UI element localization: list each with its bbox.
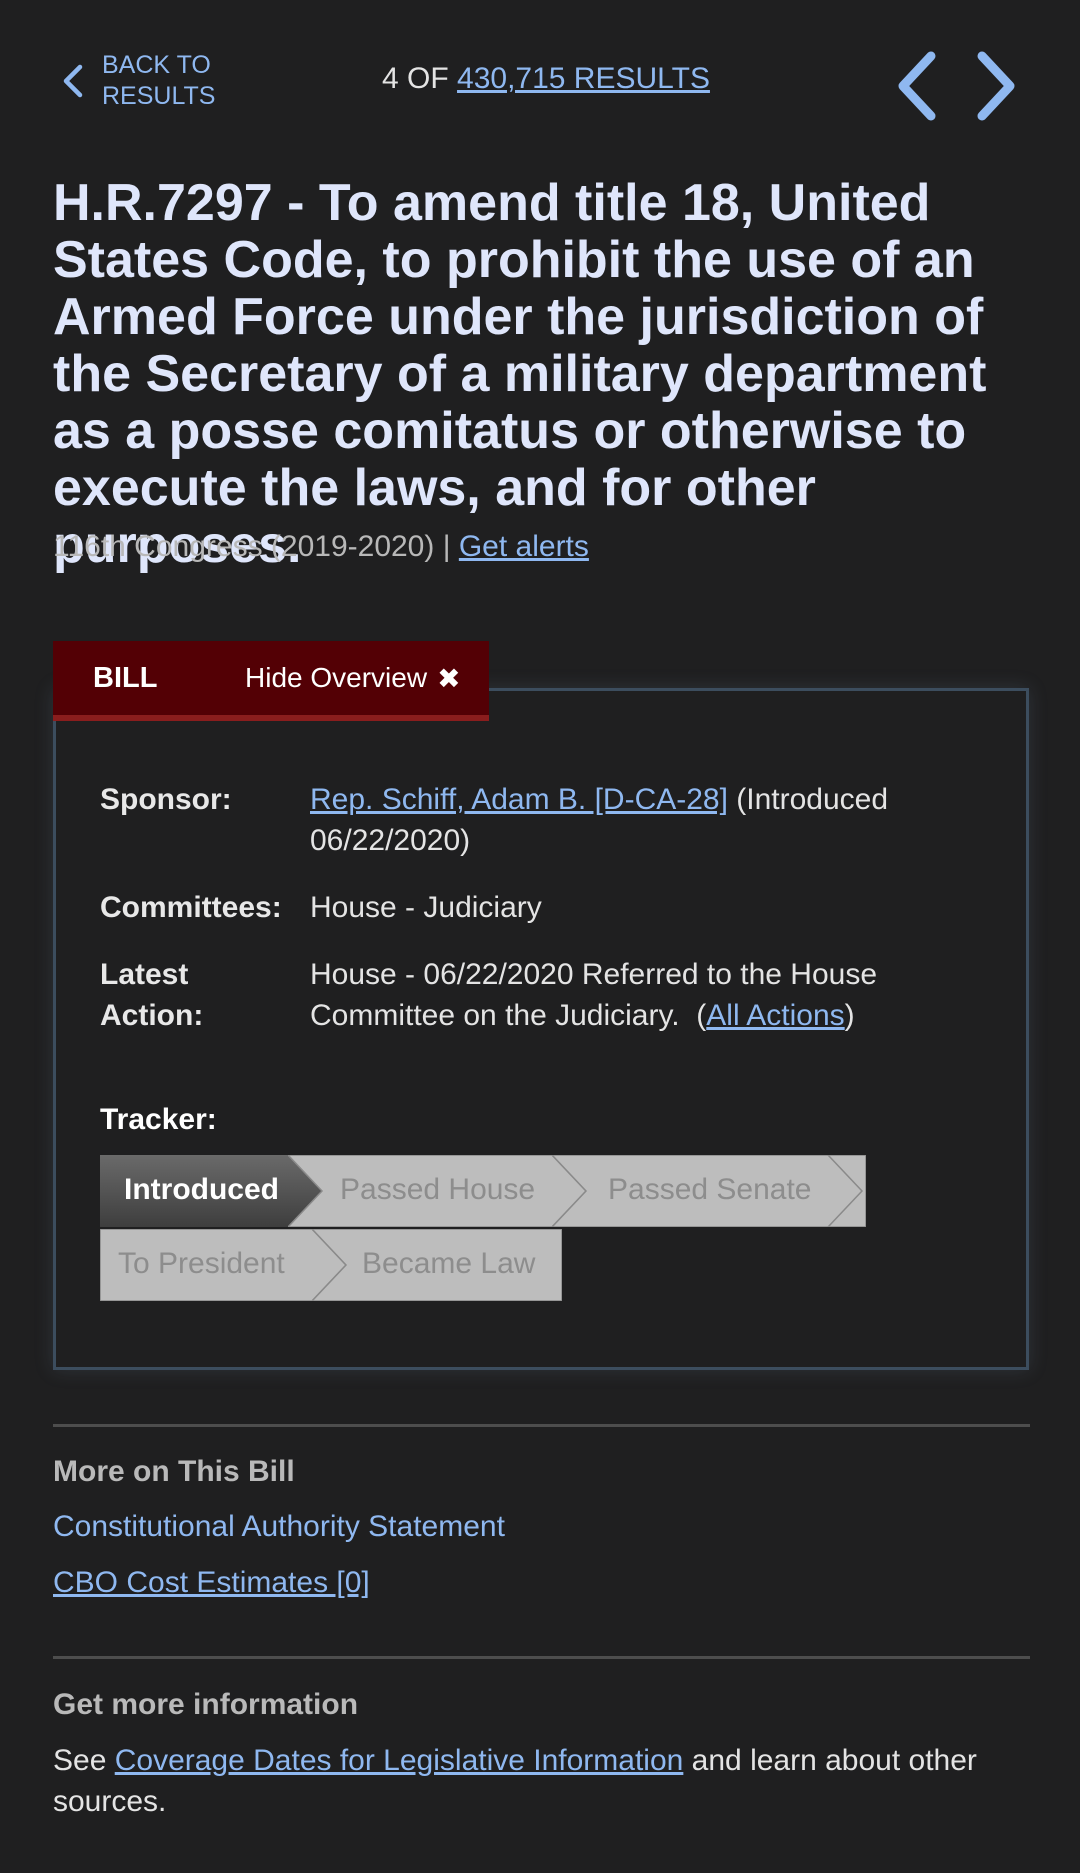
overview-tab-bar: BILL Hide Overview ✖ xyxy=(53,641,489,721)
committees-row: Committees: House - Judiciary xyxy=(100,887,950,928)
more-info-paragraph: See Coverage Dates for Legislative Infor… xyxy=(53,1740,1043,1822)
latest-action-value: House - 06/22/2020 Referred to the House… xyxy=(310,954,950,1036)
constitutional-authority-link[interactable]: Constitutional Authority Statement xyxy=(53,1510,505,1544)
back-to-results-label: BACK TO RESULTS xyxy=(102,51,216,110)
top-navigation: BACK TO RESULTS 4 OF 430,715 RESULTS xyxy=(0,0,1080,160)
sponsor-row: Sponsor: Rep. Schiff, Adam B. [D-CA-28] … xyxy=(100,779,950,861)
get-alerts-link[interactable]: Get alerts xyxy=(459,530,589,563)
latest-action-row: Latest Action: House - 06/22/2020 Referr… xyxy=(100,954,950,1036)
tracker-step-label: Became Law xyxy=(362,1247,536,1280)
overview-panel: Sponsor: Rep. Schiff, Adam B. [D-CA-28] … xyxy=(53,688,1029,1370)
back-to-results-link[interactable]: BACK TO RESULTS xyxy=(58,50,222,112)
coverage-dates-link[interactable]: Coverage Dates for Legislative Informati… xyxy=(115,1744,684,1777)
get-more-info-heading: Get more information xyxy=(53,1688,359,1721)
all-actions-link[interactable]: All Actions xyxy=(706,999,844,1032)
latest-action-close: ) xyxy=(844,999,855,1032)
latest-action-label: Latest Action: xyxy=(100,958,204,1032)
tracker-step-passed-house: Passed House xyxy=(288,1155,588,1227)
chevron-left-icon xyxy=(63,64,83,98)
tracker-step-passed-senate: Passed Senate xyxy=(552,1155,866,1227)
divider xyxy=(53,1656,1030,1659)
cbo-cost-estimates-link[interactable]: CBO Cost Estimates [0] xyxy=(53,1566,370,1600)
tracker-step-label: Passed House xyxy=(340,1173,536,1206)
more-on-bill-heading: More on This Bill xyxy=(53,1455,295,1488)
tracker-step-became-law: Became Law xyxy=(312,1229,562,1301)
result-counter-prefix: 4 OF xyxy=(382,62,449,95)
tracker-step-label: To President xyxy=(118,1247,285,1280)
previous-result-button[interactable] xyxy=(893,48,941,129)
divider xyxy=(53,1424,1030,1427)
committees-value: House - Judiciary xyxy=(310,891,542,924)
tracker-step-label: Introduced xyxy=(124,1173,279,1206)
total-results-link[interactable]: 430,715 RESULTS xyxy=(457,62,710,95)
bill-tracker: Introduced Passed House Passed Senate To… xyxy=(100,1155,866,1303)
next-result-button[interactable] xyxy=(972,48,1020,129)
sponsor-value: Rep. Schiff, Adam B. [D-CA-28] (Introduc… xyxy=(310,779,950,861)
tracker-step-label: Passed Senate xyxy=(608,1173,812,1206)
committees-label: Committees: xyxy=(100,891,282,924)
more-info-see: See xyxy=(53,1744,115,1777)
result-counter: 4 OF 430,715 RESULTS xyxy=(382,62,710,96)
hide-overview-label: Hide Overview xyxy=(245,662,428,693)
bill-tab[interactable]: BILL xyxy=(53,662,203,695)
chevron-left-icon xyxy=(898,51,936,121)
chevron-right-icon xyxy=(977,51,1015,121)
sponsor-link[interactable]: Rep. Schiff, Adam B. [D-CA-28] xyxy=(310,783,728,816)
close-icon: ✖ xyxy=(437,662,461,694)
hide-overview-button[interactable]: Hide Overview ✖ xyxy=(245,662,461,695)
tracker-label: Tracker: xyxy=(100,1103,217,1136)
bill-title: H.R.7297 - To amend title 18, United Sta… xyxy=(53,174,987,574)
congress-session: 116th Congress (2019-2020) | xyxy=(53,530,451,563)
congress-line: 116th Congress (2019-2020) | Get alerts xyxy=(53,530,589,564)
sponsor-label: Sponsor: xyxy=(100,783,232,816)
